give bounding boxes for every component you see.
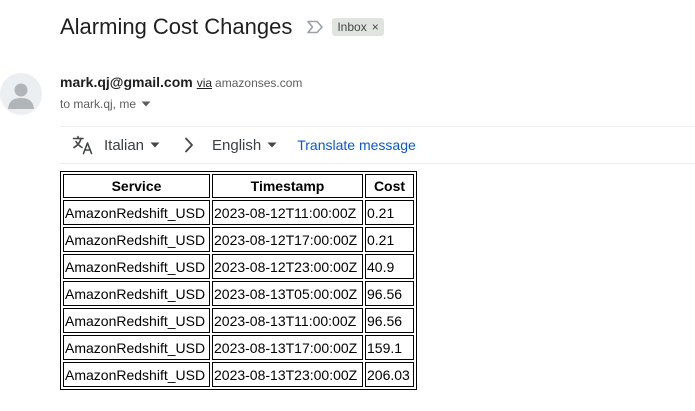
cell-service: AmazonRedshift_USD	[63, 362, 210, 387]
cell-timestamp: 2023-08-12T17:00:00Z	[212, 227, 363, 252]
translate-icon	[72, 135, 94, 155]
cell-service: AmazonRedshift_USD	[63, 227, 210, 252]
recipients-details-toggle[interactable]: to mark.qj, me	[60, 97, 151, 111]
inbox-label-chip[interactable]: Inbox ×	[332, 18, 384, 36]
chevron-right-icon	[184, 137, 194, 153]
cell-timestamp: 2023-08-13T11:00:00Z	[212, 308, 363, 333]
via-link[interactable]: via	[197, 76, 212, 90]
cell-cost: 96.56	[365, 308, 414, 333]
sender-email[interactable]: mark.qj@gmail.com	[60, 74, 193, 90]
cost-table: Service Timestamp Cost AmazonRedshift_US…	[60, 171, 417, 390]
cell-cost: 96.56	[365, 281, 414, 306]
subject-row: Alarming Cost Changes Inbox ×	[60, 10, 384, 44]
cell-service: AmazonRedshift_USD	[63, 254, 210, 279]
source-language-select[interactable]: Italian	[104, 137, 160, 154]
target-language-label: English	[212, 136, 262, 154]
cell-cost: 40.9	[365, 254, 414, 279]
table-row: AmazonRedshift_USD 2023-08-12T17:00:00Z …	[63, 227, 414, 252]
importance-marker-icon[interactable]	[306, 20, 324, 34]
caret-down-icon[interactable]	[141, 101, 151, 107]
cell-timestamp: 2023-08-12T23:00:00Z	[212, 254, 363, 279]
sender-avatar[interactable]	[0, 73, 42, 115]
via-domain: amazonses.com	[215, 76, 303, 90]
cell-cost: 0.21	[365, 227, 414, 252]
translate-message-link[interactable]: Translate message	[297, 137, 416, 153]
recipients-text: to mark.qj, me	[60, 97, 137, 111]
cell-cost: 0.21	[365, 200, 414, 225]
cell-service: AmazonRedshift_USD	[63, 200, 210, 225]
target-language-select[interactable]: English	[212, 137, 277, 154]
table-row: AmazonRedshift_USD 2023-08-12T11:00:00Z …	[63, 200, 414, 225]
cell-timestamp: 2023-08-12T11:00:00Z	[212, 200, 363, 225]
source-language-label: Italian	[104, 136, 145, 154]
inbox-label-text: Inbox	[337, 20, 367, 34]
table-header-row: Service Timestamp Cost	[63, 174, 414, 198]
caret-down-icon	[150, 142, 160, 148]
cell-cost: 159.1	[365, 335, 414, 360]
email-subject: Alarming Cost Changes	[60, 14, 293, 39]
table-row: AmazonRedshift_USD 2023-08-13T23:00:00Z …	[63, 362, 414, 387]
cell-service: AmazonRedshift_USD	[63, 281, 210, 306]
table-row: AmazonRedshift_USD 2023-08-12T23:00:00Z …	[63, 254, 414, 279]
column-header-cost: Cost	[365, 174, 414, 198]
caret-down-icon	[267, 142, 277, 148]
via-info: via amazonses.com	[197, 76, 303, 90]
remove-label-icon[interactable]: ×	[372, 20, 379, 34]
translate-bar: Italian English Translate message	[60, 126, 695, 164]
table-row: AmazonRedshift_USD 2023-08-13T17:00:00Z …	[63, 335, 414, 360]
cell-timestamp: 2023-08-13T17:00:00Z	[212, 335, 363, 360]
cell-timestamp: 2023-08-13T23:00:00Z	[212, 362, 363, 387]
cell-service: AmazonRedshift_USD	[63, 308, 210, 333]
table-row: AmazonRedshift_USD 2023-08-13T05:00:00Z …	[63, 281, 414, 306]
sender-row: mark.qj@gmail.com via amazonses.com	[60, 74, 302, 90]
column-header-timestamp: Timestamp	[212, 174, 363, 198]
table-row: AmazonRedshift_USD 2023-08-13T11:00:00Z …	[63, 308, 414, 333]
cell-timestamp: 2023-08-13T05:00:00Z	[212, 281, 363, 306]
cell-cost: 206.03	[365, 362, 414, 387]
cell-service: AmazonRedshift_USD	[63, 335, 210, 360]
column-header-service: Service	[63, 174, 210, 198]
person-icon	[8, 83, 34, 109]
